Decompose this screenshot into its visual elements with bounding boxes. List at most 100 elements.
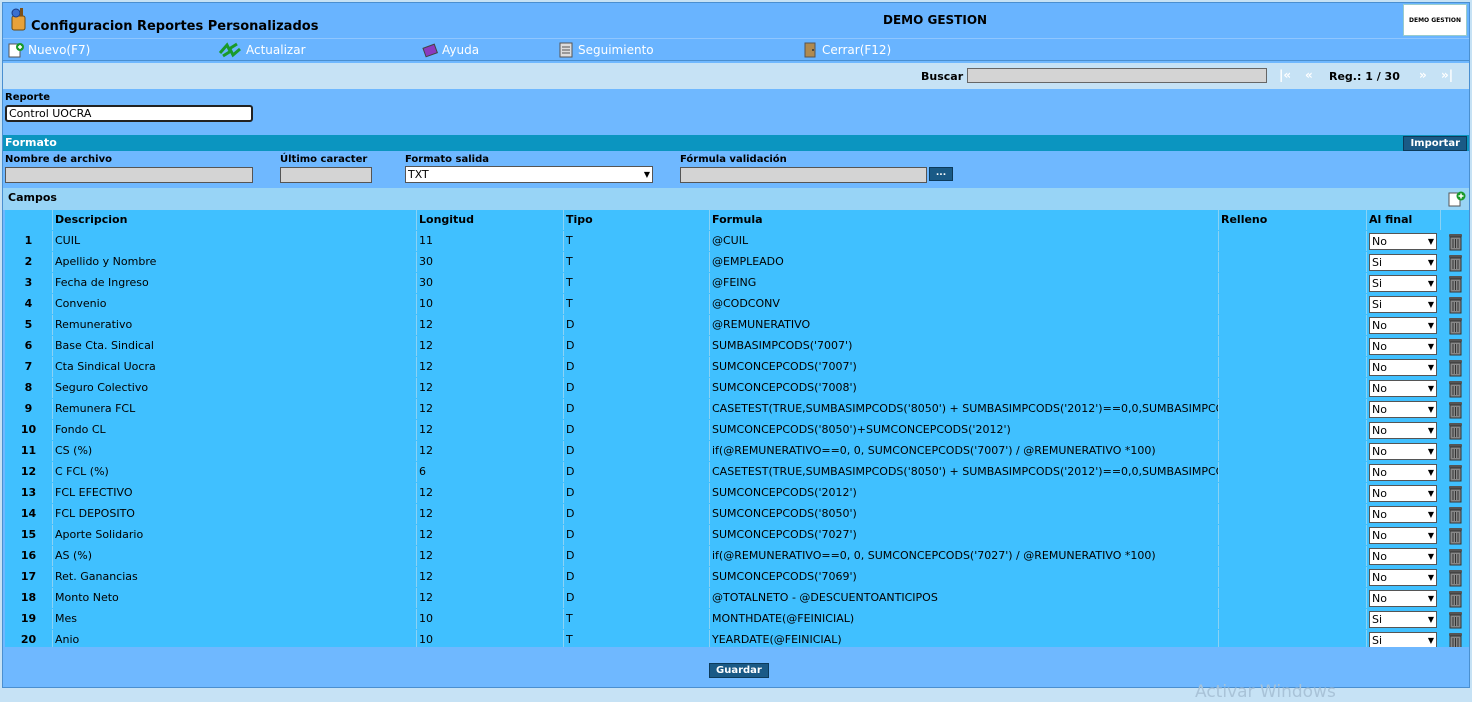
- al-final-select[interactable]: Si ▼: [1369, 611, 1437, 628]
- cell-formula[interactable]: SUMCONCEPCODS('7008'): [710, 378, 1219, 398]
- actualizar-button[interactable]: Actualizar: [217, 41, 306, 59]
- cell-relleno[interactable]: [1219, 441, 1367, 461]
- cell-relleno[interactable]: [1219, 399, 1367, 419]
- delete-trash-icon[interactable]: [1447, 526, 1464, 545]
- cell-descripcion[interactable]: Cta Sindical Uocra: [53, 357, 417, 377]
- cell-formula[interactable]: SUMCONCEPCODS('7027'): [710, 525, 1219, 545]
- cell-tipo[interactable]: D: [564, 567, 710, 587]
- cell-tipo[interactable]: D: [564, 441, 710, 461]
- cell-descripcion[interactable]: Base Cta. Sindical: [53, 336, 417, 356]
- delete-trash-icon[interactable]: [1447, 274, 1464, 293]
- cell-formula[interactable]: SUMCONCEPCODS('2012'): [710, 483, 1219, 503]
- al-final-select[interactable]: No ▼: [1369, 380, 1437, 397]
- formula-editor-button[interactable]: ...: [929, 167, 953, 181]
- cell-tipo[interactable]: T: [564, 609, 710, 629]
- formato-salida-select[interactable]: TXT ▼: [405, 166, 653, 183]
- cell-descripcion[interactable]: C FCL (%): [53, 462, 417, 482]
- cell-relleno[interactable]: [1219, 504, 1367, 524]
- cell-tipo[interactable]: D: [564, 504, 710, 524]
- cell-tipo[interactable]: D: [564, 546, 710, 566]
- al-final-select[interactable]: No ▼: [1369, 548, 1437, 565]
- importar-button[interactable]: Importar: [1403, 136, 1467, 151]
- cell-descripcion[interactable]: Fecha de Ingreso: [53, 273, 417, 293]
- cell-relleno[interactable]: [1219, 315, 1367, 335]
- cell-relleno[interactable]: [1219, 609, 1367, 629]
- cell-descripcion[interactable]: CS (%): [53, 441, 417, 461]
- cell-relleno[interactable]: [1219, 546, 1367, 566]
- cell-descripcion[interactable]: Aporte Solidario: [53, 525, 417, 545]
- cell-formula[interactable]: CASETEST(TRUE,SUMBASIMPCODS('8050') + SU…: [710, 462, 1219, 482]
- cell-relleno[interactable]: [1219, 420, 1367, 440]
- cell-longitud[interactable]: 12: [417, 588, 564, 608]
- cell-tipo[interactable]: D: [564, 336, 710, 356]
- cell-descripcion[interactable]: Seguro Colectivo: [53, 378, 417, 398]
- delete-trash-icon[interactable]: [1447, 610, 1464, 629]
- cell-tipo[interactable]: T: [564, 273, 710, 293]
- cell-descripcion[interactable]: Apellido y Nombre: [53, 252, 417, 272]
- cell-formula[interactable]: CASETEST(TRUE,SUMBASIMPCODS('8050') + SU…: [710, 399, 1219, 419]
- al-final-select[interactable]: No ▼: [1369, 590, 1437, 607]
- cell-formula[interactable]: SUMCONCEPCODS('7007'): [710, 357, 1219, 377]
- cell-tipo[interactable]: D: [564, 462, 710, 482]
- delete-trash-icon[interactable]: [1447, 358, 1464, 377]
- delete-trash-icon[interactable]: [1447, 232, 1464, 251]
- delete-trash-icon[interactable]: [1447, 505, 1464, 524]
- cell-tipo[interactable]: D: [564, 588, 710, 608]
- cell-longitud[interactable]: 12: [417, 315, 564, 335]
- al-final-select[interactable]: No ▼: [1369, 443, 1437, 460]
- cell-formula[interactable]: if(@REMUNERATIVO==0, 0, SUMCONCEPCODS('7…: [710, 546, 1219, 566]
- cell-tipo[interactable]: D: [564, 525, 710, 545]
- cell-longitud[interactable]: 10: [417, 294, 564, 314]
- cerrar-button[interactable]: Cerrar(F12): [801, 41, 891, 59]
- cell-relleno[interactable]: [1219, 252, 1367, 272]
- cell-descripcion[interactable]: CUIL: [53, 231, 417, 251]
- al-final-select[interactable]: No ▼: [1369, 338, 1437, 355]
- cell-relleno[interactable]: [1219, 336, 1367, 356]
- delete-trash-icon[interactable]: [1447, 337, 1464, 356]
- cell-descripcion[interactable]: Fondo CL: [53, 420, 417, 440]
- delete-trash-icon[interactable]: [1447, 442, 1464, 461]
- ultimo-caracter-input[interactable]: [280, 167, 372, 183]
- cell-formula[interactable]: @TOTALNETO - @DESCUENTOANTICIPOS: [710, 588, 1219, 608]
- al-final-select[interactable]: No ▼: [1369, 317, 1437, 334]
- cell-longitud[interactable]: 12: [417, 441, 564, 461]
- cell-longitud[interactable]: 10: [417, 609, 564, 629]
- cell-relleno[interactable]: [1219, 588, 1367, 608]
- cell-longitud[interactable]: 12: [417, 504, 564, 524]
- cell-tipo[interactable]: T: [564, 231, 710, 251]
- cell-formula[interactable]: SUMCONCEPCODS('8050'): [710, 504, 1219, 524]
- cell-formula[interactable]: @CODCONV: [710, 294, 1219, 314]
- cell-descripcion[interactable]: Monto Neto: [53, 588, 417, 608]
- cell-descripcion[interactable]: FCL DEPOSITO: [53, 504, 417, 524]
- delete-trash-icon[interactable]: [1447, 295, 1464, 314]
- al-final-select[interactable]: No ▼: [1369, 464, 1437, 481]
- cell-longitud[interactable]: 11: [417, 231, 564, 251]
- cell-longitud[interactable]: 12: [417, 336, 564, 356]
- cell-tipo[interactable]: D: [564, 357, 710, 377]
- cell-descripcion[interactable]: FCL EFECTIVO: [53, 483, 417, 503]
- nuevo-button[interactable]: Nuevo(F7): [7, 41, 90, 59]
- cell-tipo[interactable]: D: [564, 315, 710, 335]
- cell-relleno[interactable]: [1219, 525, 1367, 545]
- al-final-select[interactable]: No ▼: [1369, 527, 1437, 544]
- al-final-select[interactable]: No ▼: [1369, 506, 1437, 523]
- al-final-select[interactable]: No ▼: [1369, 485, 1437, 502]
- al-final-select[interactable]: No ▼: [1369, 569, 1437, 586]
- nombre-archivo-input[interactable]: [5, 167, 253, 183]
- cell-descripcion[interactable]: Remunerativo: [53, 315, 417, 335]
- cell-descripcion[interactable]: AS (%): [53, 546, 417, 566]
- al-final-select[interactable]: Si ▼: [1369, 275, 1437, 292]
- cell-tipo[interactable]: T: [564, 294, 710, 314]
- cell-longitud[interactable]: 30: [417, 273, 564, 293]
- delete-trash-icon[interactable]: [1447, 400, 1464, 419]
- add-field-icon[interactable]: [1447, 189, 1467, 209]
- cell-longitud[interactable]: 12: [417, 546, 564, 566]
- delete-trash-icon[interactable]: [1447, 379, 1464, 398]
- cell-relleno[interactable]: [1219, 483, 1367, 503]
- cell-tipo[interactable]: D: [564, 378, 710, 398]
- al-final-select[interactable]: No ▼: [1369, 359, 1437, 376]
- cell-relleno[interactable]: [1219, 294, 1367, 314]
- delete-trash-icon[interactable]: [1447, 568, 1464, 587]
- cell-formula[interactable]: MONTHDATE(@FEINICIAL): [710, 609, 1219, 629]
- cell-longitud[interactable]: 12: [417, 378, 564, 398]
